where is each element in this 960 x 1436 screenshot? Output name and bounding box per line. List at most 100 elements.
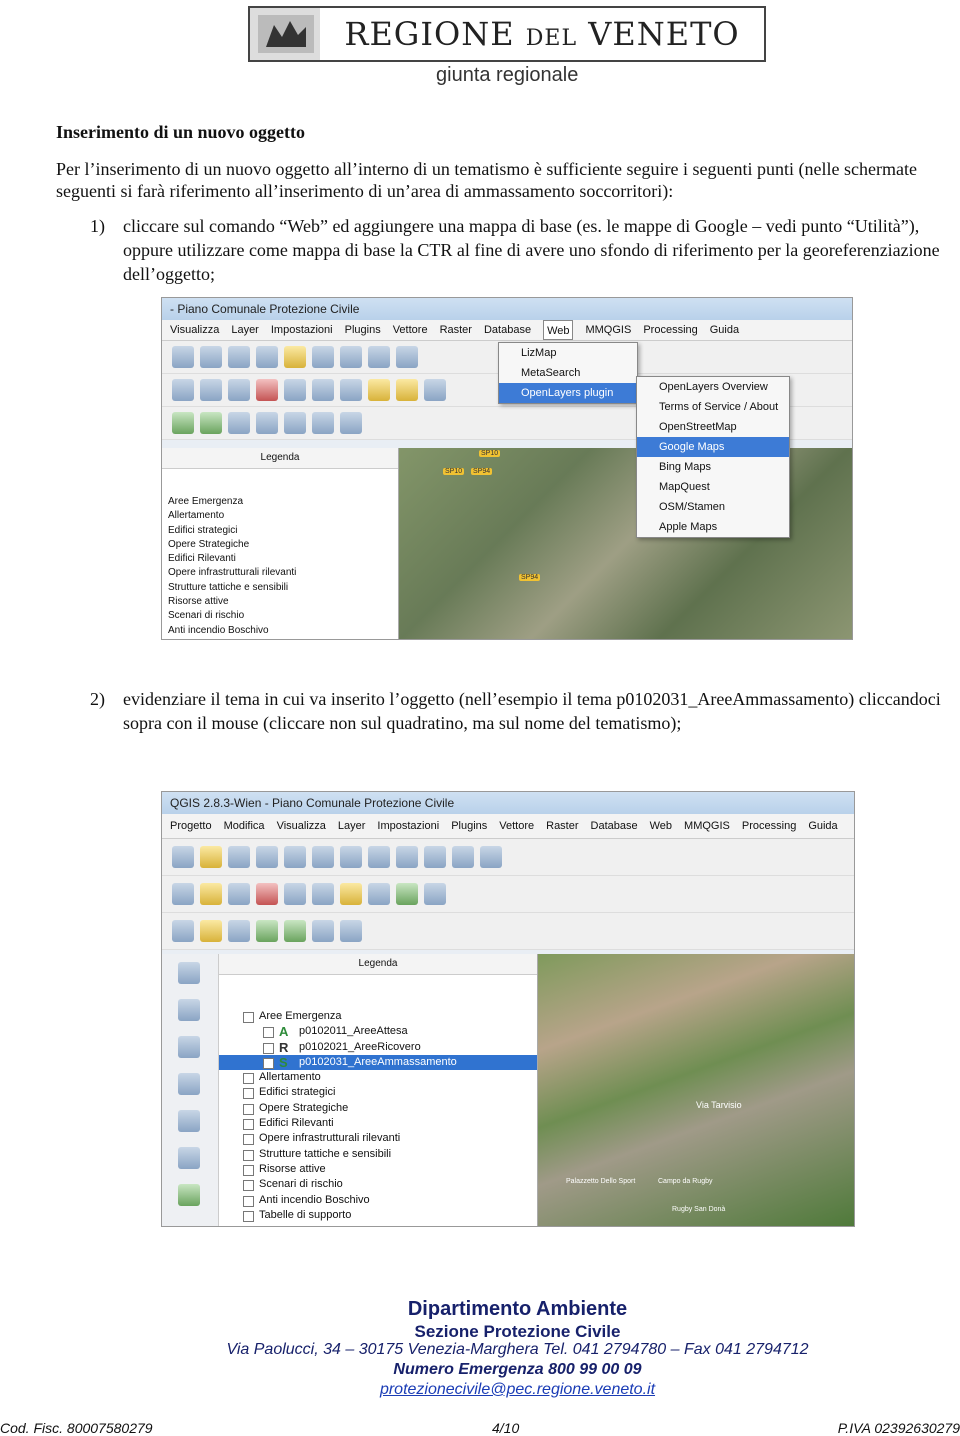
select-icon[interactable] bbox=[256, 346, 278, 368]
menu-option[interactable]: MapQuest bbox=[637, 477, 789, 497]
menu-item[interactable]: Layer bbox=[231, 320, 259, 340]
layer-checkbox[interactable] bbox=[243, 1164, 254, 1176]
zoom-layer-icon[interactable] bbox=[424, 846, 446, 868]
layer-item-selected[interactable]: Sp0102031_AreeAmmassamento bbox=[219, 1054, 537, 1071]
layer-checkbox[interactable] bbox=[243, 1195, 254, 1207]
add-wms-icon[interactable] bbox=[256, 920, 278, 942]
layer-item[interactable]: Rp0102021_AreeRicovero bbox=[219, 1040, 537, 1055]
layer-checkbox[interactable] bbox=[263, 1057, 274, 1069]
layer-item[interactable]: Aree Emergenza bbox=[162, 495, 398, 509]
copy-icon[interactable] bbox=[312, 379, 334, 401]
menu-item[interactable]: Layer bbox=[338, 814, 366, 838]
oval-tool-icon[interactable] bbox=[178, 1147, 200, 1169]
delete-icon[interactable] bbox=[256, 379, 278, 401]
layer-item[interactable]: Opere Strategiche bbox=[162, 538, 398, 552]
layer-item[interactable]: Opere Strategiche bbox=[219, 1101, 537, 1116]
identify-icon[interactable] bbox=[480, 846, 502, 868]
menu-item[interactable]: Visualizza bbox=[277, 814, 326, 838]
layer-item[interactable]: Allertamento bbox=[162, 509, 398, 523]
layer-checkbox[interactable] bbox=[243, 1073, 254, 1085]
layer-checkbox[interactable] bbox=[243, 1180, 254, 1192]
menu-item[interactable]: Plugins bbox=[451, 814, 487, 838]
layer-item[interactable]: Ap0102011_AreeAttesa bbox=[219, 1024, 537, 1039]
layer-checkbox[interactable] bbox=[263, 1027, 274, 1039]
csv-icon[interactable] bbox=[424, 883, 446, 905]
pan-icon[interactable] bbox=[284, 346, 306, 368]
layer-item[interactable]: Risorse attive bbox=[219, 1162, 537, 1177]
globe-tool-icon[interactable] bbox=[178, 1184, 200, 1206]
menu-item[interactable]: Impostazioni bbox=[377, 814, 439, 838]
print-icon[interactable] bbox=[228, 346, 250, 368]
menu-item[interactable]: MMQGIS bbox=[684, 814, 730, 838]
zoom-in-icon[interactable] bbox=[340, 846, 362, 868]
menu-item[interactable]: MMQGIS bbox=[585, 320, 631, 340]
menu-item[interactable]: Vettore bbox=[499, 814, 534, 838]
map-canvas[interactable]: Via Tarvisio Palazzetto Dello Sport Camp… bbox=[538, 954, 854, 1226]
node-icon[interactable] bbox=[228, 379, 250, 401]
zoom-full-icon[interactable] bbox=[368, 346, 390, 368]
zoom-out-icon[interactable] bbox=[340, 346, 362, 368]
menu-item[interactable]: Modifica bbox=[224, 814, 265, 838]
add-db-icon[interactable] bbox=[228, 412, 250, 434]
menu-item-web[interactable]: Web bbox=[543, 320, 574, 340]
add-wfs-icon[interactable] bbox=[284, 920, 306, 942]
menu-item[interactable]: Database bbox=[484, 320, 531, 340]
layer-item[interactable]: Edifici Rilevanti bbox=[219, 1116, 537, 1131]
menu-item[interactable]: Plugins bbox=[345, 320, 381, 340]
menu-item[interactable]: Raster bbox=[546, 814, 578, 838]
cut-icon[interactable] bbox=[284, 379, 306, 401]
menu-item[interactable]: Guida bbox=[710, 320, 739, 340]
menu-option-metasearch[interactable]: MetaSearch bbox=[499, 363, 637, 383]
menu-option[interactable]: Bing Maps bbox=[637, 457, 789, 477]
print-icon[interactable] bbox=[256, 846, 278, 868]
layer-item[interactable]: Scenari di rischio bbox=[219, 1177, 537, 1192]
layer-item[interactable]: Allertamento bbox=[219, 1070, 537, 1085]
copy-icon[interactable] bbox=[312, 883, 334, 905]
footer-email-link[interactable]: protezionecivile@pec.regione.veneto.it bbox=[0, 1381, 960, 1399]
feather-tool-icon[interactable] bbox=[178, 1073, 200, 1095]
layer-item[interactable]: Tabelle di supporto bbox=[219, 1208, 537, 1223]
shape-tool-icon[interactable] bbox=[178, 1036, 200, 1058]
menu-item[interactable]: Progetto bbox=[170, 814, 212, 838]
add-grid-icon[interactable] bbox=[340, 920, 362, 942]
label-pin-icon[interactable] bbox=[396, 379, 418, 401]
open-icon[interactable] bbox=[200, 846, 222, 868]
layer-item[interactable]: Edifici strategici bbox=[219, 1085, 537, 1100]
zoom-in-icon[interactable] bbox=[312, 346, 334, 368]
triangle-tool-icon[interactable] bbox=[178, 1110, 200, 1132]
layer-item[interactable]: Anti incendio Boschivo bbox=[219, 1193, 537, 1208]
add-raster-icon[interactable] bbox=[200, 412, 222, 434]
zoom-full-icon[interactable] bbox=[396, 846, 418, 868]
layer-checkbox[interactable] bbox=[243, 1012, 254, 1023]
vector-tool-icon[interactable] bbox=[178, 962, 200, 984]
layer-checkbox[interactable] bbox=[243, 1149, 254, 1161]
layer-item[interactable]: Edifici Rilevanti bbox=[162, 552, 398, 566]
new-project-icon[interactable] bbox=[172, 846, 194, 868]
label-icon[interactable] bbox=[340, 883, 362, 905]
save-icon[interactable] bbox=[228, 846, 250, 868]
add-grid-icon[interactable] bbox=[340, 412, 362, 434]
layer-item[interactable]: Risorse attive bbox=[162, 595, 398, 609]
add-wfs-icon[interactable] bbox=[284, 412, 306, 434]
menu-option[interactable]: Terms of Service / About bbox=[637, 397, 789, 417]
menu-item[interactable]: Vettore bbox=[393, 320, 428, 340]
menu-item[interactable]: Database bbox=[591, 814, 638, 838]
pan-icon[interactable] bbox=[312, 846, 334, 868]
menu-option-openlayers[interactable]: OpenLayers plugin bbox=[499, 383, 637, 403]
menu-item[interactable]: Raster bbox=[440, 320, 472, 340]
menu-option[interactable]: OpenLayers Overview bbox=[637, 377, 789, 397]
add-vector-icon[interactable] bbox=[172, 920, 194, 942]
label-icon[interactable] bbox=[368, 379, 390, 401]
layer-checkbox[interactable] bbox=[243, 1119, 254, 1131]
zoom-out-icon[interactable] bbox=[368, 846, 390, 868]
layer-item[interactable]: Anti incendio Boschivo bbox=[162, 624, 398, 638]
new-icon[interactable] bbox=[200, 346, 222, 368]
menu-option[interactable]: OSM/Stamen bbox=[637, 497, 789, 517]
layer-checkbox[interactable] bbox=[243, 1088, 254, 1100]
plugin-icon[interactable] bbox=[396, 883, 418, 905]
delete-icon[interactable] bbox=[256, 883, 278, 905]
layer-checkbox[interactable] bbox=[243, 1210, 254, 1222]
menu-option-lizmap[interactable]: LizMap bbox=[499, 343, 637, 363]
refresh-icon[interactable] bbox=[452, 846, 474, 868]
save-edits-icon[interactable] bbox=[228, 883, 250, 905]
